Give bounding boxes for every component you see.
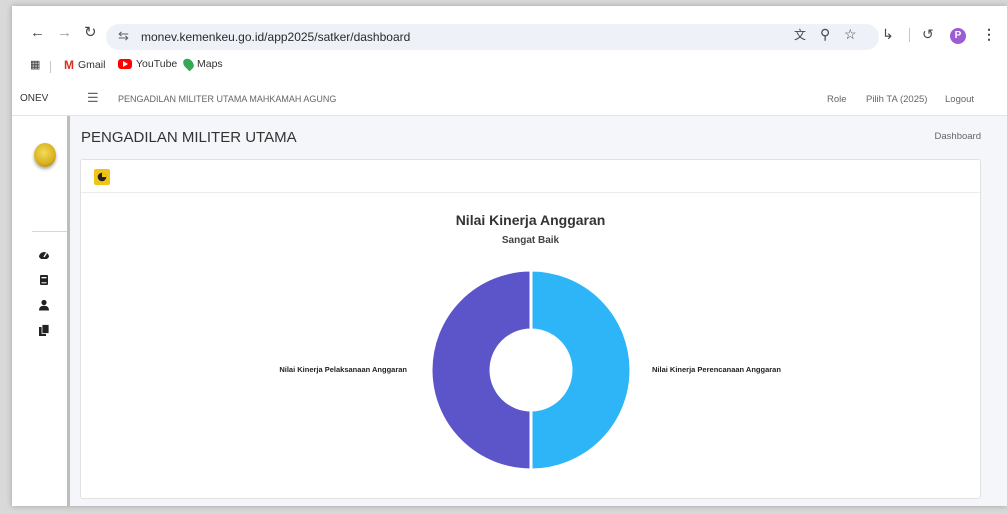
menu-dots-icon[interactable]: ⋮ bbox=[982, 26, 996, 43]
dashboard-icon[interactable] bbox=[38, 248, 50, 260]
address-bar[interactable]: ⇆ monev.kemenkeu.go.id/app2025/satker/da… bbox=[106, 24, 879, 50]
donut-chart bbox=[429, 268, 633, 472]
gmail-icon: M bbox=[64, 58, 74, 72]
bookmark-label: Gmail bbox=[78, 59, 106, 71]
history-icon[interactable]: ↺ bbox=[922, 26, 934, 43]
youtube-icon bbox=[118, 59, 132, 69]
chart-card: Nilai Kinerja Anggaran Sangat Baik Nilai… bbox=[80, 159, 981, 499]
page-title: PENGADILAN MILITER UTAMA bbox=[81, 129, 297, 146]
chart-title: Nilai Kinerja Anggaran bbox=[455, 212, 606, 228]
apps-grid-icon[interactable]: ▦ bbox=[30, 58, 40, 71]
maps-pin-icon bbox=[181, 56, 196, 72]
zoom-icon[interactable]: ⚲ bbox=[820, 26, 830, 43]
toolbar-divider bbox=[909, 28, 910, 42]
bookmark-youtube[interactable]: YouTube bbox=[118, 58, 177, 70]
bookmark-label: Maps bbox=[197, 58, 223, 70]
back-icon[interactable]: ← bbox=[30, 25, 45, 41]
bookmark-gmail[interactable]: M Gmail bbox=[64, 58, 105, 72]
site-settings-icon[interactable]: ⇆ bbox=[118, 28, 129, 44]
app-header: ONEV ☰ PENGADILAN MILITER UTAMA MAHKAMAH… bbox=[12, 81, 1007, 116]
slice-label: Nilai Kinerja Perencanaan Anggaran bbox=[652, 365, 781, 374]
forward-icon[interactable]: → bbox=[57, 25, 72, 41]
bookmark-star-icon[interactable]: ☆ bbox=[844, 26, 857, 43]
hamburger-menu-icon[interactable]: ☰ bbox=[87, 90, 99, 106]
brand-logo[interactable]: ONEV bbox=[20, 93, 48, 104]
breadcrumb[interactable]: Dashboard bbox=[935, 131, 981, 142]
browser-toolbar: ← → ↻ ⇆ monev.kemenkeu.go.id/app2025/sat… bbox=[12, 6, 1007, 50]
bookmark-label: YouTube bbox=[136, 58, 178, 70]
card-header bbox=[81, 160, 980, 193]
chart-pie-icon[interactable] bbox=[94, 169, 110, 185]
bookmark-maps[interactable]: Maps bbox=[181, 56, 223, 72]
reload-icon[interactable]: ↻ bbox=[84, 25, 97, 41]
pilih-ta-link[interactable]: Pilih TA (2025) bbox=[866, 94, 927, 105]
user-avatar[interactable] bbox=[34, 143, 56, 167]
role-link[interactable]: Role bbox=[827, 94, 847, 105]
url-text: monev.kemenkeu.go.id/app2025/satker/dash… bbox=[141, 30, 411, 44]
browser-window: ← → ↻ ⇆ monev.kemenkeu.go.id/app2025/sat… bbox=[12, 6, 1007, 506]
bookmarks-bar: ▦ M Gmail YouTube Maps bbox=[12, 54, 1007, 78]
sidebar-divider bbox=[32, 231, 67, 232]
profile-avatar[interactable]: P bbox=[950, 28, 966, 44]
donut-slice-perencanaan[interactable] bbox=[529, 268, 633, 472]
app-root: ONEV ☰ PENGADILAN MILITER UTAMA MAHKAMAH… bbox=[12, 81, 1007, 506]
donut-slice-pelaksanaan[interactable] bbox=[429, 268, 533, 472]
slice-label: Nilai Kinerja Pelaksanaan Anggaran bbox=[279, 365, 407, 374]
documents-icon[interactable] bbox=[38, 324, 50, 336]
sidebar bbox=[12, 116, 70, 506]
main-content: PENGADILAN MILITER UTAMA Dashboard Nilai… bbox=[70, 116, 1007, 506]
header-org-name: PENGADILAN MILITER UTAMA MAHKAMAH AGUNG bbox=[118, 94, 337, 104]
user-icon[interactable] bbox=[38, 299, 50, 311]
pie-glyph-icon bbox=[97, 172, 107, 182]
extensions-icon[interactable]: ↳ bbox=[882, 26, 894, 43]
chart-subtitle: Sangat Baik bbox=[501, 235, 560, 246]
translate-icon[interactable]: 文 bbox=[794, 26, 806, 43]
book-icon[interactable] bbox=[38, 274, 50, 286]
logout-link[interactable]: Logout bbox=[945, 94, 974, 105]
bookmarks-divider bbox=[50, 61, 51, 73]
